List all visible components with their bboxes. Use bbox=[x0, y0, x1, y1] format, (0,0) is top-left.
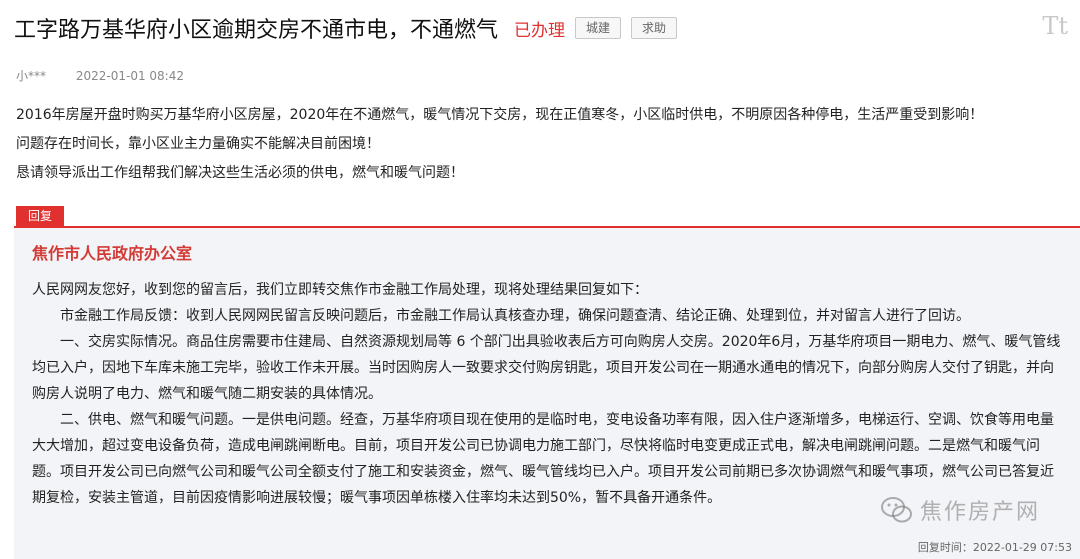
post-date: 2022-01-01 08:42 bbox=[75, 69, 184, 83]
message-meta: 小*** 2022-01-01 08:42 bbox=[16, 67, 184, 84]
status-label: 已办理 bbox=[514, 20, 566, 41]
font-size-icon[interactable]: Tt bbox=[1042, 12, 1068, 40]
message-paragraph: 恳请领导派出工作组帮我们解决这些生活必须的供电，燃气和暖气问题！ bbox=[16, 165, 464, 181]
message-body: 2016年房屋开盘时购买万基华府小区房屋，2020年在不通燃气，暖气情况下交房，… bbox=[16, 101, 1060, 188]
message-header: 工字路万基华府小区逾期交房不通市电，不通燃气 已办理 城建 求助 bbox=[14, 12, 1020, 44]
reply-time-value: 2022-01-29 07:53 bbox=[972, 541, 1072, 554]
watermark: 焦作房产网 bbox=[880, 494, 1040, 526]
tag-chengjian[interactable]: 城建 bbox=[575, 17, 622, 39]
message-paragraph: 问题存在时间长，靠小区业主力量确实不能解决目前困境！ bbox=[16, 136, 380, 152]
reply-organization: 焦作市人民政府办公室 bbox=[32, 244, 193, 263]
reply-time-label: 回复时间： bbox=[917, 541, 973, 554]
page-title: 工字路万基华府小区逾期交房不通市电，不通燃气 bbox=[14, 18, 499, 43]
wechat-icon bbox=[881, 497, 912, 523]
tag-qiuzhu[interactable]: 求助 bbox=[631, 17, 678, 39]
reply-paragraph: 一、交房实际情况。商品住房需要市住建局、自然资源规划局等 6 个部门出具验收表后… bbox=[32, 334, 1061, 402]
reply-paragraph: 人民网网友您好，收到您的留言后，我们立即转交焦作市金融工作局处理，现将处理结果回… bbox=[32, 282, 648, 298]
author-name: 小*** bbox=[16, 69, 47, 83]
reply-body: 人民网网友您好，收到您的留言后，我们立即转交焦作市金融工作局处理，现将处理结果回… bbox=[32, 277, 1062, 511]
reply-paragraph: 市金融工作局反馈：收到人民网网民留言反映问题后，市金融工作局认真核查办理，确保问… bbox=[60, 308, 970, 324]
watermark-text: 焦作房产网 bbox=[920, 500, 1041, 525]
reply-time: 回复时间：2022-01-29 07:53 bbox=[918, 539, 1072, 555]
reply-badge: 回复 bbox=[16, 206, 65, 226]
message-paragraph: 2016年房屋开盘时购买万基华府小区房屋，2020年在不通燃气，暖气情况下交房，… bbox=[16, 107, 984, 123]
